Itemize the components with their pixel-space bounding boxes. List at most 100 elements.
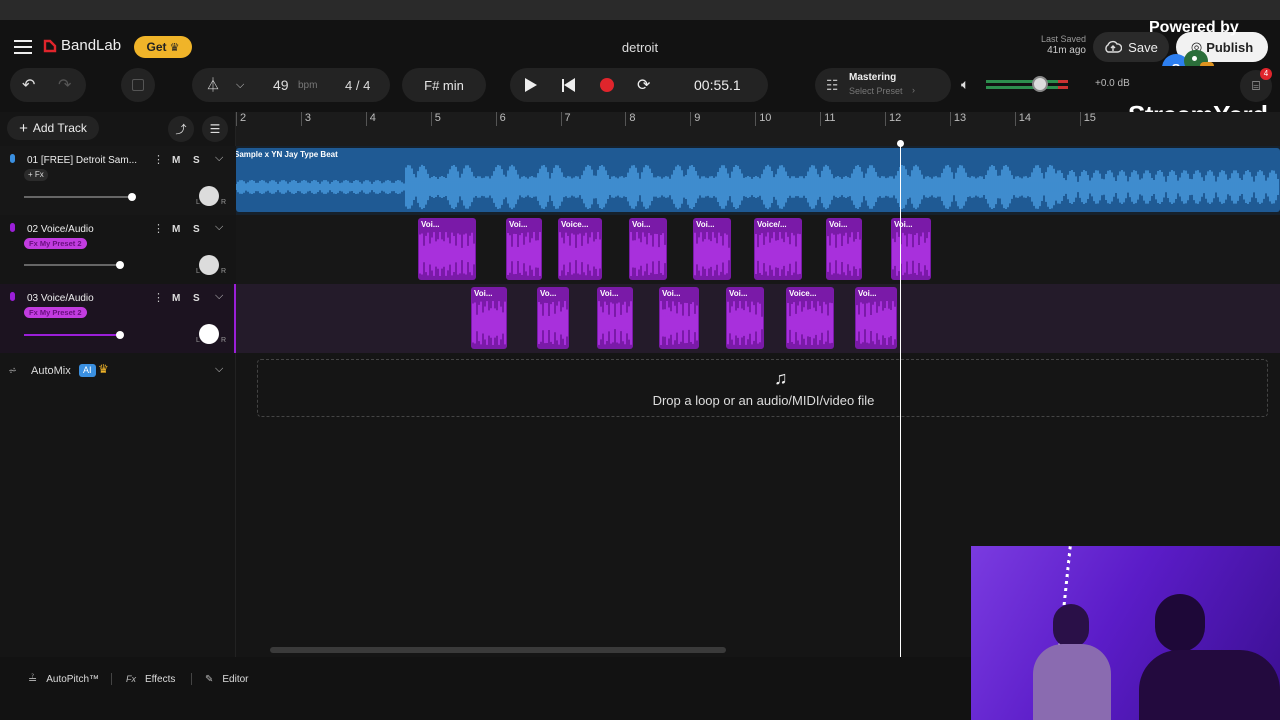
- pan-knob[interactable]: [199, 186, 219, 206]
- audio-clip-voice[interactable]: Voi...: [726, 287, 764, 349]
- solo-button[interactable]: S: [193, 293, 200, 304]
- autopitch-icon: ≟: [28, 673, 38, 686]
- autopitch-button[interactable]: ≟ AutoPitch™: [28, 671, 99, 687]
- mute-button[interactable]: M: [172, 155, 180, 166]
- bpm-value[interactable]: 49: [273, 77, 289, 93]
- fx-preset-tag[interactable]: Fx My Preset 2: [24, 307, 87, 318]
- bandlab-logo[interactable]: BandLab: [42, 37, 121, 54]
- metronome-icon[interactable]: ⏃: [206, 75, 220, 95]
- master-volume-slider[interactable]: [986, 76, 1068, 92]
- expand-chevron-icon[interactable]: ⌵: [215, 221, 223, 234]
- waveform: [419, 232, 475, 276]
- more-icon[interactable]: ⋮: [153, 153, 164, 166]
- metronome-chevron-icon[interactable]: ⌵: [236, 79, 244, 92]
- get-membership-button[interactable]: Get ♛: [134, 36, 192, 58]
- automation-button[interactable]: ⤴: [168, 116, 194, 142]
- person-right: [1139, 594, 1280, 720]
- master-volume-knob[interactable]: [1032, 76, 1048, 92]
- waveform: [630, 232, 666, 276]
- audio-clip-voice[interactable]: Voi...: [471, 287, 507, 349]
- audio-clip-voice[interactable]: Voice/...: [754, 218, 802, 280]
- audio-clip-voice[interactable]: Voice...: [558, 218, 602, 280]
- track-lane-1[interactable]: Sample x YN Jay Type Beat: [236, 146, 1280, 215]
- track-name[interactable]: 01 [FREE] Detroit Sam...: [27, 155, 137, 166]
- audio-clip-voice[interactable]: Voi...: [506, 218, 542, 280]
- audio-clip-voice[interactable]: Voi...: [891, 218, 931, 280]
- track-name[interactable]: 03 Voice/Audio: [27, 293, 94, 304]
- transport-group: ⟳ 00:55.1: [510, 68, 768, 102]
- audio-clip-voice[interactable]: Voice...: [786, 287, 834, 349]
- playhead[interactable]: [900, 142, 901, 657]
- speaker-icon[interactable]: 🔈︎: [961, 76, 969, 93]
- pan-knob[interactable]: [199, 255, 219, 275]
- pan-right-label: R: [221, 337, 227, 344]
- expand-chevron-icon[interactable]: ⌵: [215, 290, 223, 303]
- fx-add-button[interactable]: + Fx: [24, 169, 48, 181]
- solo-button[interactable]: S: [193, 155, 200, 166]
- track-view-button[interactable]: ☰: [202, 116, 228, 142]
- menu-icon[interactable]: [14, 40, 32, 54]
- loop-icon[interactable]: ⟳: [637, 75, 650, 95]
- tempo-group: ⏃ ⌵ 49 bpm 4 / 4: [192, 68, 390, 102]
- track-header-3[interactable]: 03 Voice/Audio ⋮ M S ⌵ Fx My Preset 2 L …: [0, 284, 237, 353]
- track-name[interactable]: 02 Voice/Audio: [27, 224, 94, 235]
- skip-back-icon[interactable]: [562, 78, 575, 92]
- more-icon[interactable]: ⋮: [153, 291, 164, 304]
- volume-fader-knob[interactable]: [128, 193, 136, 201]
- track-lane-2[interactable]: Voi... Voi... Voice... Voi... Voi... Voice/..…: [236, 215, 1280, 284]
- horizontal-scrollbar[interactable]: [270, 647, 726, 653]
- project-title[interactable]: detroit: [600, 40, 680, 55]
- key-selector[interactable]: F# min: [402, 68, 486, 102]
- track-header-1[interactable]: 01 [FREE] Detroit Sam... ⋮ M S ⌵ + Fx L …: [0, 146, 236, 215]
- ruler-tick: 10: [755, 112, 772, 126]
- pan-knob[interactable]: [199, 324, 219, 344]
- gift-button[interactable]: ⌸ 4: [1240, 68, 1272, 102]
- audio-clip-voice[interactable]: Voi...: [826, 218, 862, 280]
- volume-fader-knob[interactable]: [116, 261, 124, 269]
- undo-redo-group: ↶ ↷: [10, 68, 86, 102]
- undo-icon[interactable]: ↶: [22, 75, 35, 95]
- audio-clip-voice[interactable]: Voi...: [659, 287, 699, 349]
- playhead-handle[interactable]: [897, 140, 904, 147]
- drop-zone[interactable]: ♫ Drop a loop or an audio/MIDI/video fil…: [257, 359, 1268, 417]
- drop-zone-text: Drop a loop or an audio/MIDI/video file: [652, 393, 875, 408]
- editor-button[interactable]: ✎ Editor: [205, 671, 249, 687]
- tuner-button[interactable]: [121, 68, 155, 102]
- mute-button[interactable]: M: [172, 293, 180, 304]
- brand-name: BandLab: [61, 37, 122, 54]
- audio-clip-voice[interactable]: Vo...: [537, 287, 569, 349]
- play-icon[interactable]: [525, 78, 537, 92]
- audio-clip-voice[interactable]: Voi...: [693, 218, 731, 280]
- editor-label: Editor: [222, 673, 249, 685]
- audio-clip-voice[interactable]: Voi...: [418, 218, 476, 280]
- solo-button[interactable]: S: [193, 224, 200, 235]
- timeline-ruler[interactable]: 2 3 4 5 6 7 8 9 10 11 12 13 14 15: [236, 112, 1280, 146]
- record-icon[interactable]: [600, 78, 614, 92]
- automix-row[interactable]: ⩫ AutoMix AI ♛ ⌵: [0, 358, 236, 384]
- audio-clip-voice[interactable]: Voi...: [597, 287, 633, 349]
- redo-icon[interactable]: ↷: [58, 75, 71, 95]
- volume-fader[interactable]: [24, 334, 122, 336]
- effects-button[interactable]: Fx Effects: [126, 671, 175, 687]
- volume-fader-knob[interactable]: [116, 331, 124, 339]
- plus-icon: +: [19, 119, 28, 137]
- audio-clip-voice[interactable]: Voi...: [855, 287, 897, 349]
- mute-button[interactable]: M: [172, 224, 180, 235]
- divider: [111, 673, 112, 685]
- audio-clip-voice[interactable]: Voi...: [629, 218, 667, 280]
- ruler-tick: 11: [819, 112, 836, 126]
- mastering-selector[interactable]: ☷ Mastering Select Preset ›: [815, 68, 951, 102]
- time-signature[interactable]: 4 / 4: [345, 78, 370, 93]
- volume-fader[interactable]: [24, 196, 134, 198]
- crown-icon: ♛: [169, 41, 180, 54]
- audio-clip-beat[interactable]: Sample x YN Jay Type Beat: [236, 148, 1280, 212]
- expand-chevron-icon[interactable]: ⌵: [215, 152, 223, 165]
- preset-chevron-icon: ›: [912, 85, 915, 95]
- volume-fader[interactable]: [24, 264, 122, 266]
- track-header-2[interactable]: 02 Voice/Audio ⋮ M S ⌵ Fx My Preset 2 L …: [0, 215, 236, 284]
- automix-chevron-icon[interactable]: ⌵: [215, 363, 223, 376]
- fx-preset-tag[interactable]: Fx My Preset 2: [24, 238, 87, 249]
- track-lane-3[interactable]: Voi... Vo... Voi... Voi... Voi... Voice... Voi…: [236, 284, 1280, 353]
- more-icon[interactable]: ⋮: [153, 222, 164, 235]
- add-track-button[interactable]: + Add Track: [7, 116, 99, 140]
